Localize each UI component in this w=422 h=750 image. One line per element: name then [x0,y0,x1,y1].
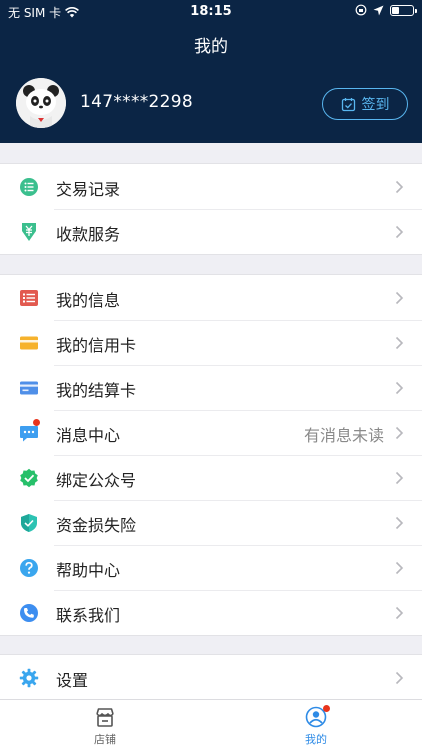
menu-item-bind-official-account[interactable]: 绑定公众号 [0,455,422,500]
signin-button[interactable]: 签到 [322,88,408,120]
chevron-right-icon [395,471,404,485]
menu-item-message-center[interactable]: 消息中心 有消息未读 [0,410,422,455]
menu-item-label: 消息中心 [56,426,121,445]
panda-avatar-icon [16,78,66,128]
battery-icon [390,4,417,16]
credit-card-icon [20,336,38,350]
menu-item-payment-service[interactable]: 收款服务 [0,209,422,254]
chevron-right-icon [395,516,404,530]
chevron-right-icon [395,606,404,620]
avatar[interactable] [16,78,66,128]
shield-icon [21,514,37,532]
chevron-right-icon [395,291,404,305]
menu-item-label: 我的结算卡 [56,381,137,400]
menu-item-label: 设置 [56,671,89,690]
menu-item-label: 帮助中心 [56,561,121,580]
menu-item-settings[interactable]: 设置 [0,655,422,700]
phone-icon [20,604,38,622]
tab-bar: 店铺 我的 [0,699,422,750]
header: 无 SIM 卡 18:15 我的 147****2298 签到 [0,0,422,143]
menu-item-label: 交易记录 [56,180,121,199]
list-circle-icon [20,178,38,196]
help-icon [20,559,38,577]
info-list-icon [20,290,38,306]
tab-mine[interactable]: 我的 [286,705,346,747]
debit-card-icon [20,381,38,395]
menu-item-transactions[interactable]: 交易记录 [0,164,422,209]
status-bar: 无 SIM 卡 18:15 [0,0,422,24]
message-icon [20,426,38,442]
menu-item-label: 联系我们 [56,606,121,625]
location-icon [373,5,384,15]
menu-item-label: 我的信息 [56,291,121,310]
menu-item-label: 我的信用卡 [56,336,137,355]
menu-item-label: 收款服务 [56,225,121,244]
page-title: 我的 [194,37,228,57]
tab-label: 店铺 [94,733,116,746]
chevron-right-icon [395,225,404,239]
menu-item-my-info[interactable]: 我的信息 [0,275,422,320]
signin-label: 签到 [361,97,390,113]
rotation-lock-icon [355,4,367,16]
menu-item-settlement-card[interactable]: 我的结算卡 [0,365,422,410]
user-phone: 147****2298 [80,92,194,112]
menu-item-contact-us[interactable]: 联系我们 [0,590,422,635]
store-icon [96,708,114,727]
unread-dot [33,419,40,426]
tab-store[interactable]: 店铺 [75,706,135,747]
chevron-right-icon [395,381,404,395]
chevron-right-icon [395,671,404,685]
menu-item-credit-card[interactable]: 我的信用卡 [0,320,422,365]
verified-badge-icon [20,468,38,488]
chevron-right-icon [395,561,404,575]
menu-item-fund-loss-insurance[interactable]: 资金损失险 [0,500,422,545]
menu-item-help-center[interactable]: 帮助中心 [0,545,422,590]
chevron-right-icon [395,336,404,350]
calendar-check-icon [341,97,355,111]
menu-group-settings: 设置 [0,654,422,701]
tab-label: 我的 [305,733,327,746]
chevron-right-icon [395,180,404,194]
menu-item-label: 资金损失险 [56,516,137,535]
menu-item-label: 绑定公众号 [56,471,137,490]
gear-icon [19,668,39,688]
download-yuan-icon [22,223,36,241]
unread-status: 有消息未读 [303,426,384,445]
notification-dot [323,705,330,712]
menu-group-account: 我的信息 我的信用卡 我的结算卡 消息中心 有消息未读 绑定公众号 资金损失险 … [0,274,422,636]
chevron-right-icon [395,426,404,440]
menu-group-transactions: 交易记录 收款服务 [0,163,422,255]
